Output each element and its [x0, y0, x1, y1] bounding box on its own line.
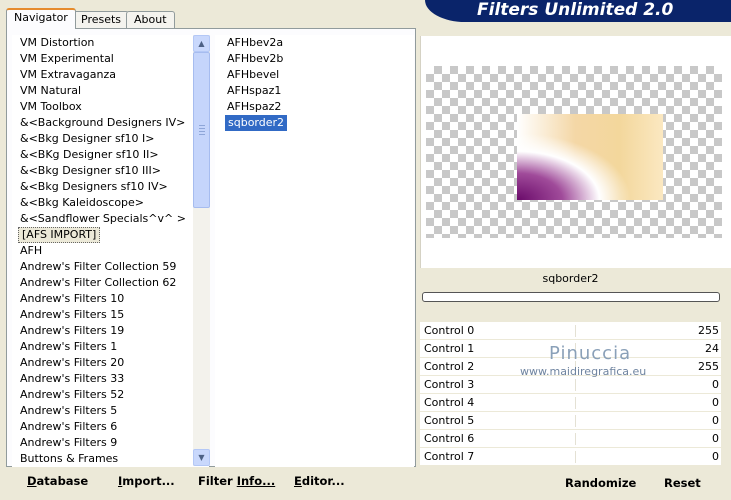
control-label: Control 5	[424, 414, 475, 427]
category-item[interactable]: Andrew's Filters 1	[20, 339, 117, 355]
category-item[interactable]: Andrew's Filters 33	[20, 371, 124, 387]
control-value: 0	[712, 432, 719, 445]
control-slider[interactable]: Control 5 0	[420, 412, 721, 430]
category-item[interactable]: VM Toolbox	[20, 99, 82, 115]
control-label: Control 4	[424, 396, 475, 409]
filter-info-button[interactable]: Filter Info...	[198, 468, 275, 494]
category-item[interactable]: [AFS IMPORT]	[18, 227, 101, 243]
control-label: Control 6	[424, 432, 475, 445]
filter-item[interactable]: sqborder2	[225, 115, 288, 131]
control-tick	[575, 451, 576, 463]
scroll-thumb[interactable]	[193, 52, 210, 208]
title-banner: Filters Unlimited 2.0	[425, 0, 731, 22]
database-button[interactable]: Database	[27, 468, 88, 494]
control-value: 0	[712, 450, 719, 463]
filter-list[interactable]: AFHbev2a AFHbev2b AFHbevel AFHspaz1 AFHspaz2…	[215, 35, 414, 467]
category-list[interactable]: VM Distortion VM Experimental VM Extravaga…	[12, 35, 209, 467]
category-item[interactable]: Andrew's Filters 5	[20, 403, 117, 419]
category-item[interactable]: Andrew's Filters 52	[20, 387, 124, 403]
category-item[interactable]: VM Experimental	[20, 51, 114, 67]
category-item[interactable]: Andrew's Filters 9	[20, 435, 117, 451]
chevron-down-icon: ▼	[198, 453, 205, 462]
category-item[interactable]: &<Background Designers IV>	[20, 115, 185, 131]
category-item[interactable]: &<Bkg Designer sf10 III>	[20, 163, 161, 179]
grip-line	[199, 125, 205, 126]
category-item[interactable]: &<Bkg Designer sf10 I>	[20, 131, 155, 147]
control-slider[interactable]: Control 7 0	[420, 448, 721, 466]
category-item[interactable]: &<Bkg Kaleidoscope>	[20, 195, 144, 211]
category-item[interactable]: &<Sandflower Specials^v^ >	[20, 211, 186, 227]
control-label: Control 1	[424, 342, 475, 355]
control-label: Control 7	[424, 450, 475, 463]
category-item[interactable]: AFH	[20, 243, 42, 259]
control-value: 24	[705, 342, 719, 355]
app-title: Filters Unlimited 2.0	[477, 0, 674, 20]
watermark-url: www.maidiregrafica.eu	[520, 365, 647, 378]
bottom-toolbar: Database Import... Filter Info... Editor…	[12, 468, 416, 494]
category-item[interactable]: VM Distortion	[20, 35, 94, 51]
category-item[interactable]: Andrew's Filters 20	[20, 355, 124, 371]
tab-presets[interactable]: Presets	[73, 11, 130, 28]
control-label: Control 2	[424, 360, 475, 373]
randomize-button[interactable]: Randomize	[565, 474, 636, 492]
watermark-name: Pinuccia	[549, 343, 632, 364]
progress-bar	[422, 292, 720, 302]
category-item[interactable]: Buttons & Frames	[20, 451, 118, 467]
control-value: 0	[712, 396, 719, 409]
grip-line	[199, 131, 205, 132]
control-tick	[575, 397, 576, 409]
control-tick	[575, 433, 576, 445]
editor-button[interactable]: Editor...	[294, 468, 345, 494]
control-label: Control 3	[424, 378, 475, 391]
control-value: 0	[712, 414, 719, 427]
category-item[interactable]: Andrew's Filter Collection 62	[20, 275, 176, 291]
control-tick	[575, 379, 576, 391]
category-item[interactable]: Andrew's Filters 6	[20, 419, 117, 435]
filter-item[interactable]: AFHbev2a	[227, 35, 283, 51]
category-item[interactable]: Andrew's Filters 10	[20, 291, 124, 307]
category-item[interactable]: Andrew's Filters 19	[20, 323, 124, 339]
control-value: 255	[698, 360, 719, 373]
control-slider[interactable]: Control 4 0	[420, 394, 721, 412]
scroll-up-button[interactable]: ▲	[193, 35, 210, 52]
category-item[interactable]: VM Natural	[20, 83, 81, 99]
filter-item[interactable]: AFHbevel	[227, 67, 279, 83]
preview-panel	[420, 36, 731, 268]
import-button[interactable]: Import...	[118, 468, 175, 494]
control-value: 0	[712, 378, 719, 391]
category-item[interactable]: Andrew's Filter Collection 59	[20, 259, 176, 275]
grip-line	[199, 128, 205, 129]
filter-item[interactable]: AFHbev2b	[227, 51, 283, 67]
control-value: 255	[698, 324, 719, 337]
category-item[interactable]: VM Extravaganza	[20, 67, 116, 83]
category-item[interactable]: Andrew's Filters 15	[20, 307, 124, 323]
control-slider[interactable]: Control 6 0	[420, 430, 721, 448]
filter-item[interactable]: AFHspaz1	[227, 83, 281, 99]
scroll-down-button[interactable]: ▼	[193, 449, 210, 466]
chevron-up-icon: ▲	[198, 39, 205, 48]
preview-image	[517, 114, 663, 200]
category-scrollbar[interactable]: ▲ ▼	[193, 35, 210, 466]
category-item[interactable]: &<BKg Designer sf10 II>	[20, 147, 159, 163]
control-label: Control 0	[424, 324, 475, 337]
control-tick	[575, 325, 576, 337]
filter-item[interactable]: AFHspaz2	[227, 99, 281, 115]
tab-about[interactable]: About	[126, 11, 175, 28]
control-slider[interactable]: Control 3 0	[420, 376, 721, 394]
reset-button[interactable]: Reset	[664, 474, 701, 492]
tab-navigator[interactable]: Navigator	[6, 8, 76, 29]
control-tick	[575, 415, 576, 427]
category-item[interactable]: &<Bkg Designers sf10 IV>	[20, 179, 168, 195]
control-slider[interactable]: Control 0 255	[420, 322, 721, 340]
preview-filter-name: sqborder2	[542, 272, 599, 285]
grip-line	[199, 134, 205, 135]
